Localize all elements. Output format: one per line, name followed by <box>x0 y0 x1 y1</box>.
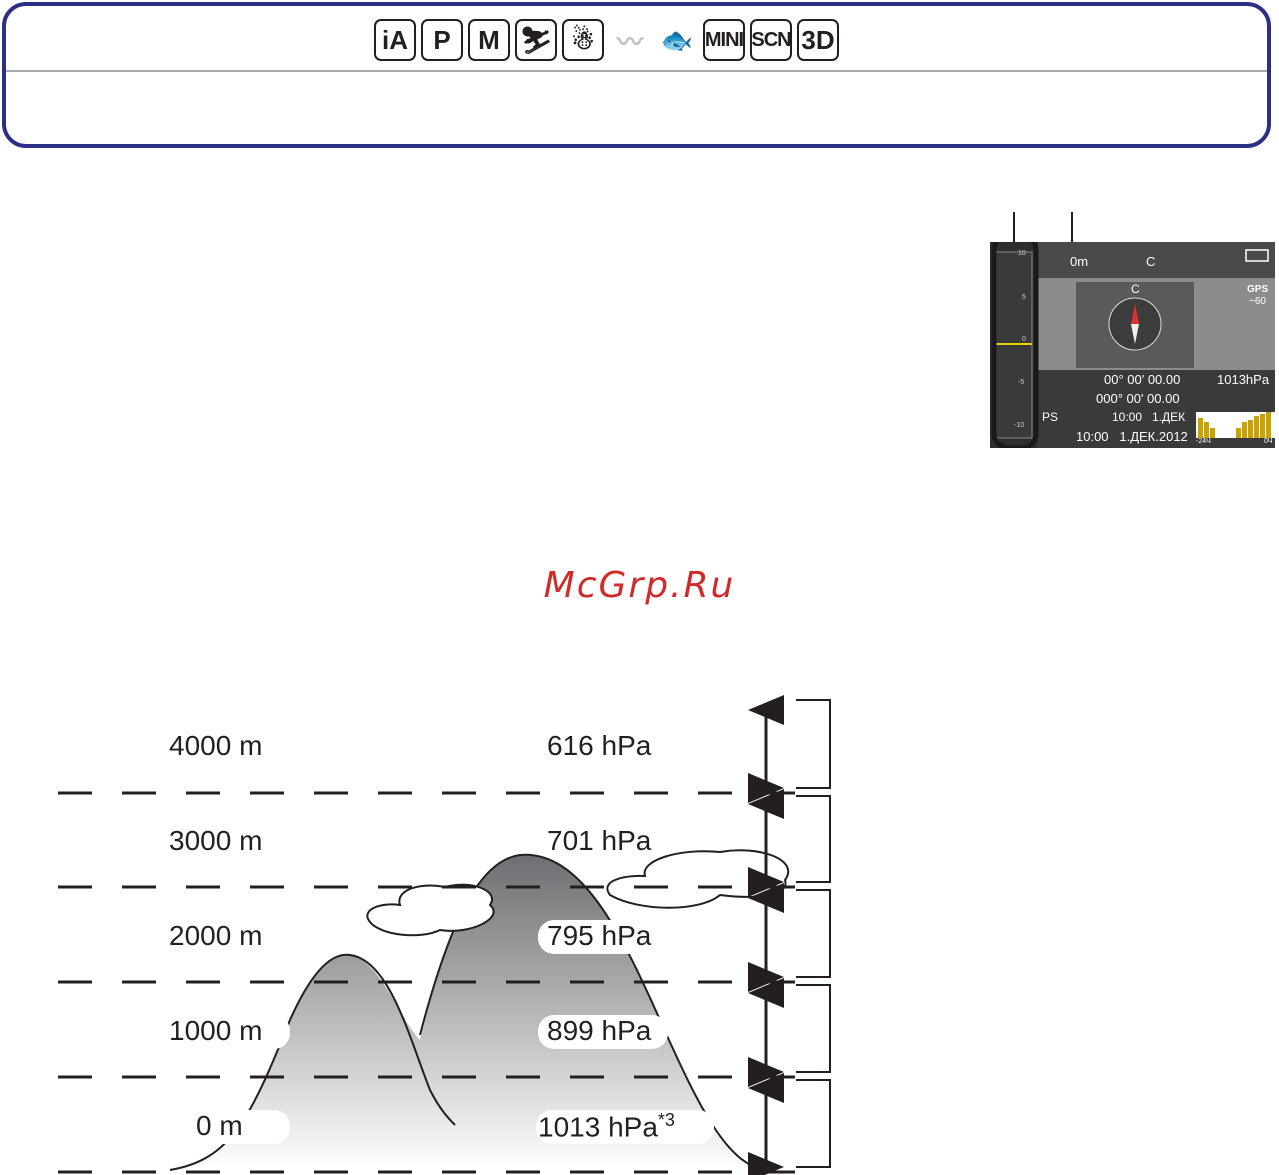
p-mode-icon: P <box>421 19 463 61</box>
ia-mode-icon: iA <box>374 19 416 61</box>
mode-icons: iA P M ⛷ ☃ 〰 🐟 MINI SCN 3D <box>374 19 839 61</box>
sports-mode-icon: ⛷ <box>515 19 557 61</box>
pressure-701: 701 hPa <box>547 825 652 856</box>
altitude-0: 0 m <box>196 1110 243 1141</box>
header-divider <box>6 70 1267 72</box>
cam-gps-time: 10:00 1.ДЕК <box>1112 410 1186 424</box>
altitude-2000: 2000 m <box>169 920 263 951</box>
camera-screen: 0m C C GPS ~60 00° 00' 00.00 1013hPa 000… <box>990 242 1275 448</box>
cam-latitude: 00° 00' 00.00 <box>1104 372 1181 387</box>
cam-hist-right: 0Ч <box>1264 438 1273 445</box>
cam-tick-m10: -10 <box>1014 422 1025 429</box>
cam-pressure: 1013hPa <box>1217 372 1270 387</box>
underwater-mode-icon: 🐟 <box>656 19 698 61</box>
cam-tick-0: 0 <box>1022 336 1026 343</box>
pressure-1013: 1013 hPa*3 <box>538 1110 675 1143</box>
altitude-1000: 1000 m <box>169 1015 263 1046</box>
pressure-1013-value: 1013 hPa <box>538 1111 658 1143</box>
snow-mode-icon: ☃ <box>562 19 604 61</box>
altitude-3000: 3000 m <box>169 825 263 856</box>
beach-mode-icon: 〰 <box>609 19 651 61</box>
cam-tick-5: 5 <box>1022 294 1026 301</box>
altitude-pressure-diagram: 4000 m 616 hPa 3000 m 701 hPa 2000 m 795… <box>0 690 1279 1175</box>
cam-datetime: 10:00 1.ДЕК.2012 <box>1076 429 1188 444</box>
pressure-795: 795 hPa <box>547 920 652 951</box>
cam-longitude: 000° 00' 00.00 <box>1096 391 1180 406</box>
scn-mode-icon: SCN <box>750 19 792 61</box>
footnote-mark: *3 <box>657 1110 675 1130</box>
altitude-4000: 4000 m <box>169 730 263 761</box>
cam-gps-value: ~60 <box>1249 296 1266 307</box>
cam-tick-10: 10 <box>1018 250 1026 257</box>
miniature-mode-icon: MINI <box>703 19 745 61</box>
cam-compass-c: C <box>1131 282 1140 296</box>
cam-hist-left: -24Ч <box>1196 438 1211 445</box>
cam-gps-status: PS <box>1042 410 1059 424</box>
cam-tick-m5: -5 <box>1018 379 1025 386</box>
cam-gps-label: GPS <box>1247 284 1269 295</box>
cam-altitude: 0m <box>1070 254 1089 269</box>
pressure-616: 616 hPa <box>547 730 652 761</box>
cam-top-c: C <box>1146 254 1156 269</box>
m-mode-icon: M <box>468 19 510 61</box>
callout-line-1 <box>1013 212 1015 244</box>
watermark: McGrp.Ru <box>543 565 736 606</box>
header-box: iA P M ⛷ ☃ 〰 🐟 MINI SCN 3D <box>2 2 1271 148</box>
pressure-899: 899 hPa <box>547 1015 652 1046</box>
3d-mode-icon: 3D <box>797 19 839 61</box>
